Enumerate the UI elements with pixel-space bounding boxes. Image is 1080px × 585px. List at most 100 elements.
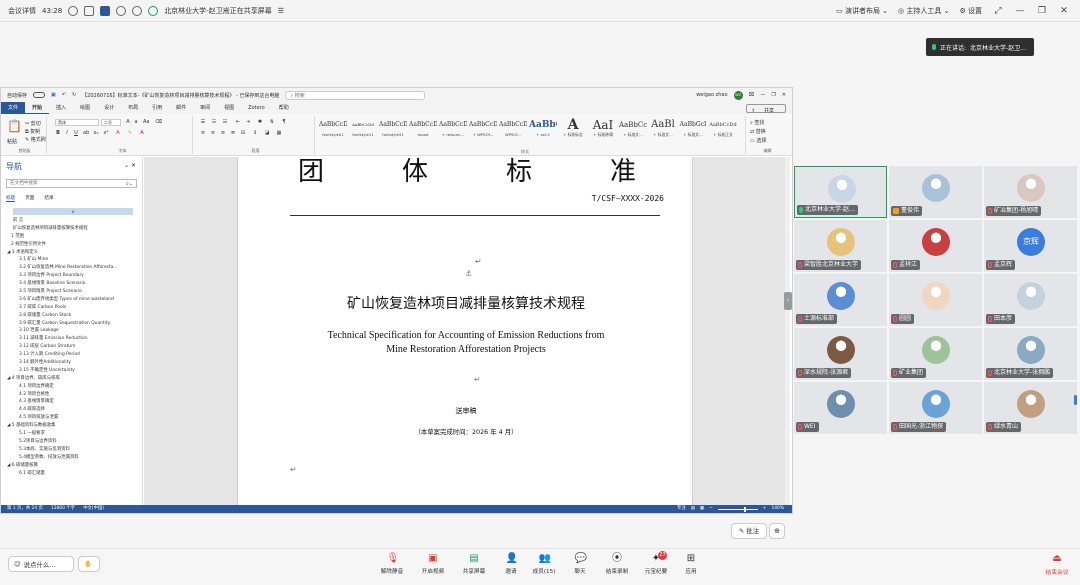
nav-heading-item[interactable]: 3.2 矿山恢复造林 Mine Restoration Afforesta...	[5, 264, 139, 272]
find-button[interactable]: ⌕ 查找	[750, 119, 764, 126]
nav-heading-item[interactable]: 3.14 额外性Additionality	[5, 359, 139, 367]
raise-hand-button[interactable]: ✋	[78, 556, 100, 572]
zoom-share-button[interactable]: ⊕	[769, 523, 785, 539]
participant-tile[interactable]: 圆圆	[889, 274, 982, 326]
tab-insert[interactable]: 插入	[49, 102, 73, 114]
style-item[interactable]: AaBbCcI + 标准文...	[619, 118, 647, 144]
nav-tab-headings[interactable]: 标题	[6, 195, 16, 202]
tab-layout[interactable]: 布局	[121, 102, 145, 114]
word-close-icon[interactable]: ✕	[782, 92, 786, 98]
style-item[interactable]: AaBbCcDd fontstyle01	[319, 118, 347, 144]
nav-selected-heading[interactable]: x	[13, 208, 133, 215]
chat-button[interactable]: 💬 聊天	[565, 553, 595, 575]
video-button[interactable]: ▣ 开启视频	[418, 553, 448, 575]
style-item[interactable]: AaBbCcD mood	[409, 118, 437, 144]
settings-button[interactable]: ⚙ 设置	[959, 6, 982, 16]
word-app-icon[interactable]	[100, 5, 111, 16]
tab-mailings[interactable]: 邮件	[169, 102, 193, 114]
align-left-icon[interactable]: ≡	[200, 130, 206, 136]
underline-icon[interactable]: U	[73, 130, 79, 136]
participant-tile[interactable]: 北京林业大学-张拥鹏	[984, 328, 1077, 380]
nav-heading-item[interactable]: 3.6 矿山废弃地类型 Types of mine wasteland	[5, 296, 139, 304]
emoji-icon[interactable]: ☺	[14, 560, 21, 568]
nav-heading-item[interactable]: 5.3本底、实施与监测资料	[5, 446, 139, 454]
style-item[interactable]: AaBbCcDc + resourc...	[439, 118, 467, 144]
style-item[interactable]: AaBl + 标准文...	[649, 118, 677, 144]
style-item[interactable]: AaBbCcDd + 标准正文	[709, 118, 737, 144]
nav-heading-item[interactable]: ◢ 4 项目边界、碳库与排库	[5, 375, 139, 383]
undo-icon[interactable]: ↶	[62, 92, 66, 98]
nav-heading-item[interactable]: 3.7 碳库 Carbon Pools	[5, 304, 139, 312]
font-name-select[interactable]: 黑体	[55, 119, 99, 126]
strikethrough-icon[interactable]: ab	[83, 130, 89, 136]
notice-menu-icon[interactable]: ☰	[278, 7, 284, 15]
font-color-icon[interactable]: A	[139, 130, 145, 136]
participant-tile[interactable]: 北京林业大学-赵...	[794, 166, 887, 218]
word-user-avatar[interactable]: WZ	[733, 90, 743, 100]
restore-icon[interactable]: ❐	[1036, 6, 1048, 16]
share-screen-button[interactable]: ▤ 共享屏幕	[459, 553, 489, 575]
participant-tile[interactable]: 矿业集团	[889, 328, 982, 380]
increase-indent-icon[interactable]: ⇥	[245, 119, 251, 125]
participant-tile[interactable]: 深水规院-张源君	[794, 328, 887, 380]
document-scrollbar[interactable]	[785, 157, 790, 505]
select-button[interactable]: ▭ 选择	[750, 137, 766, 144]
nav-heading-item[interactable]: 5.4模型参数、排放与泄漏资料	[5, 454, 139, 462]
save-icon[interactable]: ▣	[51, 92, 56, 98]
ribbon-display-icon[interactable]: ⌧	[749, 92, 755, 98]
zoom-slider-knob[interactable]	[743, 506, 746, 512]
host-tools-button[interactable]: ◎ 主持人工具 ⌄	[898, 6, 949, 16]
redo-icon[interactable]: ↻	[72, 92, 76, 98]
nav-heading-item[interactable]: ◢ 6 碳储量核算	[5, 462, 139, 470]
show-marks-icon[interactable]: ¶	[281, 119, 287, 125]
tab-draw[interactable]: 绘图	[73, 102, 97, 114]
copy-button[interactable]: ⧉ 复制	[25, 128, 40, 135]
cloud-icon[interactable]	[116, 5, 127, 16]
distributed-icon[interactable]: ⊟	[240, 130, 246, 136]
nav-heading-item[interactable]: 3.9 碳汇量 Carbon Sequestration Quantity	[5, 320, 139, 328]
align-center-icon[interactable]: ≡	[210, 130, 216, 136]
screen-share-icon[interactable]	[148, 5, 159, 16]
nav-heading-item[interactable]: 3.11 减排量 Emission Reduction	[5, 335, 139, 343]
close-icon[interactable]: ✕	[1058, 6, 1070, 16]
mute-button[interactable]: 🎙 解除静音	[377, 553, 407, 575]
remote-control-icon[interactable]	[132, 5, 143, 16]
participant-tile[interactable]: 孟祥江	[889, 220, 982, 272]
participant-tile[interactable]: 矿冶集团-杨旭晴	[984, 166, 1077, 218]
nav-heading-item[interactable]: 3.8 碳储量 Carbon Stock	[5, 312, 139, 320]
style-item[interactable]: AaBbCcDd WPSOf...	[499, 118, 527, 144]
word-search-input[interactable]: ⌕ 搜索	[285, 90, 426, 100]
nav-heading-item[interactable]: 3.12 碳层 Carbon Stratum	[5, 343, 139, 351]
zoom-in-icon[interactable]: +	[763, 505, 767, 513]
word-minimize-icon[interactable]: —	[760, 92, 765, 98]
italic-icon[interactable]: I	[64, 130, 70, 136]
search-icon[interactable]: ⌕⌄	[126, 180, 133, 188]
network-icon[interactable]	[68, 5, 79, 16]
autosave-toggle[interactable]	[33, 92, 46, 98]
shrink-font-icon[interactable]: a	[133, 119, 139, 125]
status-language[interactable]: 中文(中国)	[83, 505, 104, 513]
nav-heading-item[interactable]: 5.1 一般要求	[5, 430, 139, 438]
paste-label[interactable]: 粘贴	[7, 138, 17, 145]
status-words[interactable]: 12860 个字	[51, 505, 75, 513]
participant-tile[interactable]: WEI	[794, 382, 887, 434]
zoom-level[interactable]: 140%	[771, 505, 784, 513]
style-item[interactable]: AaBbCcDi fontstyle31	[379, 118, 407, 144]
tab-review[interactable]: 审阅	[193, 102, 217, 114]
borders-icon[interactable]: ▦	[276, 130, 282, 136]
nav-heading-item[interactable]: 5.2项目与边界资料	[5, 438, 139, 446]
sidebar-collapse-handle[interactable]: ›	[784, 292, 792, 310]
cut-button[interactable]: ✂ 剪切	[25, 120, 41, 127]
nav-heading-item[interactable]: 4.2 项目合格性	[5, 391, 139, 399]
zoom-slider[interactable]	[717, 506, 758, 512]
status-page[interactable]: 第 1 页，共 24 页	[7, 505, 43, 513]
sort-icon[interactable]: ⇅	[269, 119, 275, 125]
nav-heading-item[interactable]: ◢ 5 基础资料与数据收集	[5, 422, 139, 430]
nav-heading-item[interactable]: 3.15 不确定性 Uncertainty	[5, 367, 139, 375]
members-button[interactable]: 👥 成员(15)	[529, 553, 559, 575]
nav-heading-item[interactable]: 4.1 项目边界确定	[5, 383, 139, 391]
apps-button[interactable]: ⊞ 应用	[676, 553, 706, 575]
replace-button[interactable]: ⇄ 替换	[750, 128, 766, 135]
change-case-icon[interactable]: Aa	[143, 119, 149, 125]
subscript-icon[interactable]: x₂	[93, 130, 99, 136]
